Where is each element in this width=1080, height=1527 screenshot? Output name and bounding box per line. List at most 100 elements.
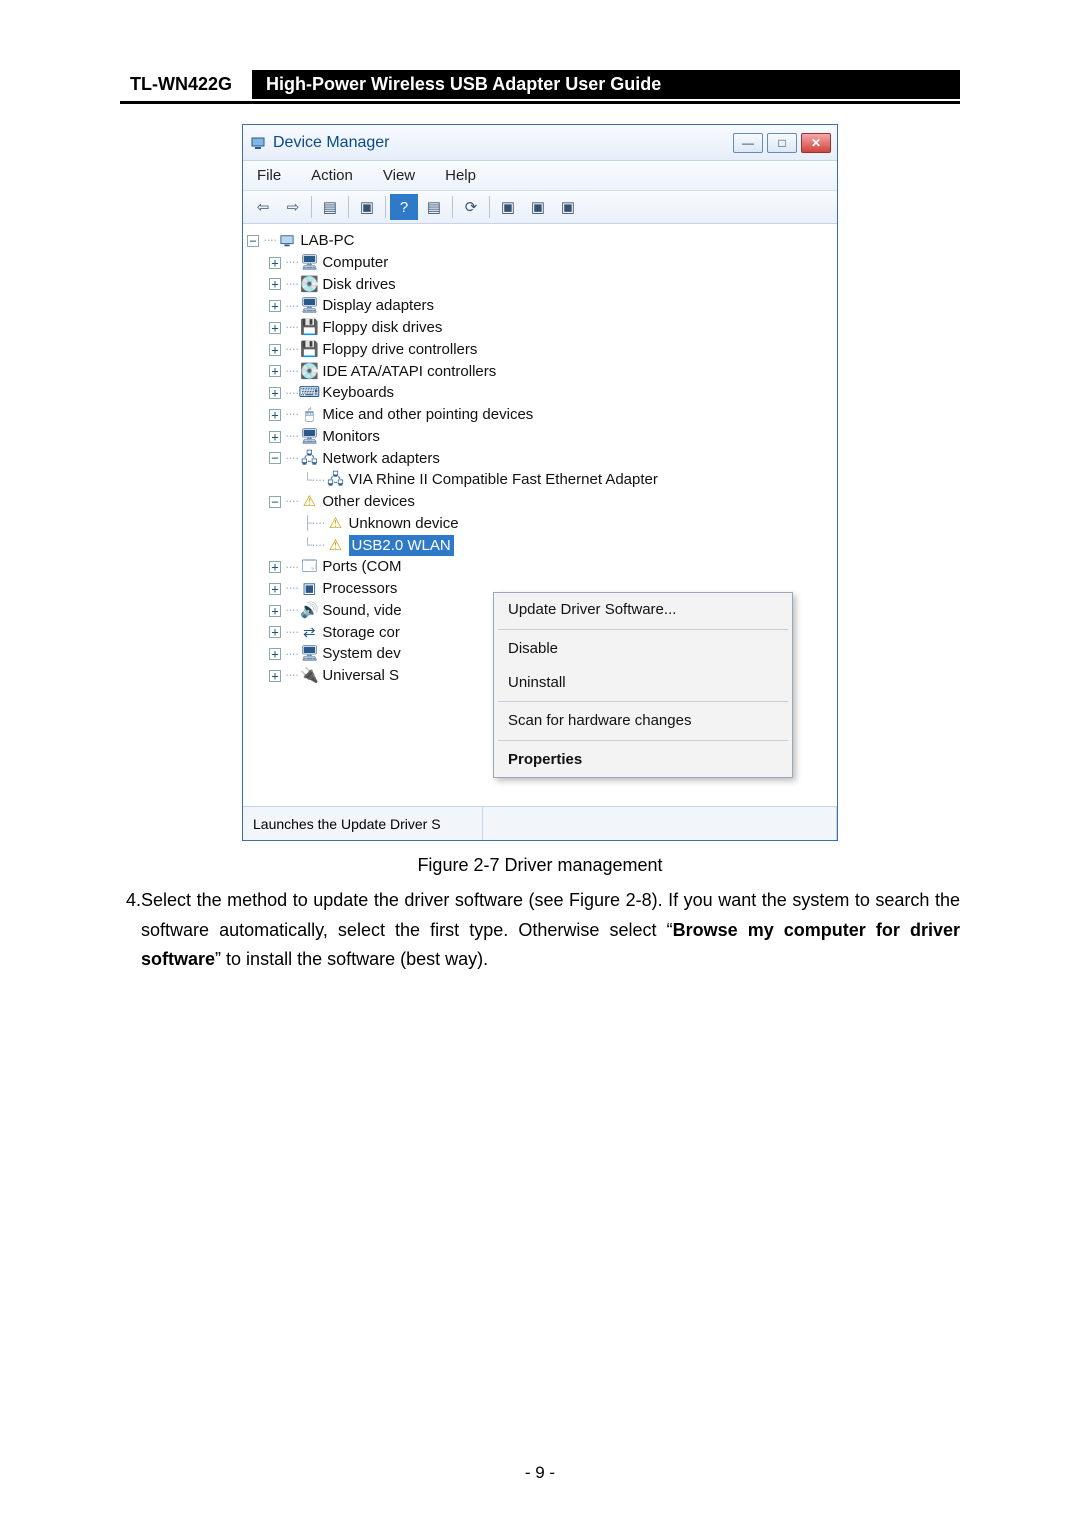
forward-icon[interactable]: ⇨ xyxy=(279,194,307,220)
expand-icon[interactable]: + xyxy=(269,300,281,312)
tree-label: Processors xyxy=(322,578,397,600)
tree-child-selected[interactable]: └····⚠USB2.0 WLAN xyxy=(247,535,833,557)
tree-node-network[interactable]: −····🖧Network adapters xyxy=(247,448,833,470)
device-manager-icon xyxy=(249,134,267,152)
tree-label: Network adapters xyxy=(322,448,440,470)
tree-label: LAB-PC xyxy=(300,230,354,252)
context-menu: Update Driver Software... Disable Uninst… xyxy=(493,592,793,778)
back-icon[interactable]: ⇦ xyxy=(249,194,277,220)
separator xyxy=(452,196,453,218)
expand-icon[interactable]: + xyxy=(269,605,281,617)
step-number: 4. xyxy=(120,886,141,975)
floppy-controller-icon: 💾 xyxy=(300,342,318,358)
expand-icon[interactable]: + xyxy=(269,583,281,595)
tree-label: Universal S xyxy=(322,665,399,687)
tree-label: Keyboards xyxy=(322,382,394,404)
warning-icon: ⚠ xyxy=(327,537,345,553)
tree-node[interactable]: +····🖱Mice and other pointing devices xyxy=(247,404,833,426)
computer-icon xyxy=(278,233,296,249)
help-icon[interactable]: ? xyxy=(390,194,418,220)
guide-title: High-Power Wireless USB Adapter User Gui… xyxy=(252,70,960,99)
sound-icon: 🔊 xyxy=(300,603,318,619)
minimize-button[interactable]: — xyxy=(733,133,763,153)
maximize-button[interactable]: □ xyxy=(767,133,797,153)
tree-label-selected: USB2.0 WLAN xyxy=(349,535,454,557)
expand-icon[interactable]: + xyxy=(269,648,281,660)
tree-child[interactable]: ├····⚠Unknown device xyxy=(247,513,833,535)
tree-node[interactable]: +····🖥Display adapters xyxy=(247,295,833,317)
tree-node[interactable]: +····🖥Monitors xyxy=(247,426,833,448)
keyboard-icon: ⌨ xyxy=(300,385,318,401)
expand-icon[interactable]: + xyxy=(269,431,281,443)
warning-icon: ⚠ xyxy=(300,494,318,510)
cm-disable[interactable]: Disable xyxy=(494,632,792,666)
tree-child[interactable]: └····🖧VIA Rhine II Compatible Fast Ether… xyxy=(247,469,833,491)
refresh-icon[interactable]: ▤ xyxy=(420,194,448,220)
step-4: 4. Select the method to update the drive… xyxy=(120,886,960,975)
menu-action[interactable]: Action xyxy=(305,163,359,188)
disk-icon: 💽 xyxy=(300,276,318,292)
tree-root[interactable]: − ···· LAB-PC xyxy=(247,230,833,252)
expand-icon[interactable]: + xyxy=(269,322,281,334)
tree-node[interactable]: +····💽IDE ATA/ATAPI controllers xyxy=(247,361,833,383)
tree-label: VIA Rhine II Compatible Fast Ethernet Ad… xyxy=(349,469,658,491)
cm-uninstall[interactable]: Uninstall xyxy=(494,666,792,700)
expand-icon[interactable]: + xyxy=(269,409,281,421)
tree-node[interactable]: +····💾Floppy disk drives xyxy=(247,317,833,339)
scan-icon[interactable]: ⟳ xyxy=(457,194,485,220)
expand-icon[interactable]: + xyxy=(269,561,281,573)
tree-node[interactable]: +····💾Floppy drive controllers xyxy=(247,339,833,361)
device-manager-window: Device Manager — □ ✕ File Action View He… xyxy=(242,124,838,841)
tree-node-other[interactable]: −····⚠Other devices xyxy=(247,491,833,513)
expand-icon[interactable]: + xyxy=(269,626,281,638)
menu-file[interactable]: File xyxy=(251,163,287,188)
collapse-icon[interactable]: − xyxy=(269,496,281,508)
collapse-icon[interactable]: − xyxy=(247,235,259,247)
expand-icon[interactable]: + xyxy=(269,365,281,377)
expand-icon[interactable]: + xyxy=(269,387,281,399)
display-icon: 🖥 xyxy=(300,298,318,314)
expand-icon[interactable]: + xyxy=(269,670,281,682)
menu-help[interactable]: Help xyxy=(439,163,482,188)
collapse-icon[interactable]: − xyxy=(269,452,281,464)
ports-icon: 🗔 xyxy=(300,559,318,575)
tree-node[interactable]: +····🗔Ports (COM xyxy=(247,556,833,578)
cm-update-driver[interactable]: Update Driver Software... xyxy=(494,593,792,627)
page-number: - 9 - xyxy=(0,1463,1080,1483)
tree-label: IDE ATA/ATAPI controllers xyxy=(322,361,496,383)
status-text: Launches the Update Driver S xyxy=(243,807,483,840)
tree-label: Floppy disk drives xyxy=(322,317,442,339)
mouse-icon: 🖱 xyxy=(300,407,318,423)
expand-icon[interactable]: + xyxy=(269,278,281,290)
tree-node[interactable]: +····⌨Keyboards xyxy=(247,382,833,404)
expand-icon[interactable]: + xyxy=(269,344,281,356)
step-text: Select the method to update the driver s… xyxy=(141,886,960,975)
disable-icon[interactable]: ▣ xyxy=(554,194,582,220)
separator xyxy=(348,196,349,218)
menubar: File Action View Help xyxy=(243,161,837,191)
tree-node[interactable]: +····💽Disk drives xyxy=(247,274,833,296)
tree-node[interactable]: +····🖥Computer xyxy=(247,252,833,274)
processor-icon: ▣ xyxy=(300,581,318,597)
separator xyxy=(498,629,788,630)
expand-icon[interactable]: + xyxy=(269,257,281,269)
separator xyxy=(498,701,788,702)
monitor-icon: 🖥 xyxy=(300,429,318,445)
properties-icon[interactable]: ▣ xyxy=(353,194,381,220)
show-hide-icon[interactable]: ▤ xyxy=(316,194,344,220)
toolbar: ⇦ ⇨ ▤ ▣ ? ▤ ⟳ ▣ ▣ ▣ xyxy=(243,191,837,224)
status-empty xyxy=(483,807,837,840)
uninstall-icon[interactable]: ▣ xyxy=(524,194,552,220)
menu-view[interactable]: View xyxy=(377,163,421,188)
close-button[interactable]: ✕ xyxy=(801,133,831,153)
separator xyxy=(311,196,312,218)
device-tree[interactable]: − ···· LAB-PC +····🖥Computer +····💽Disk … xyxy=(243,224,837,806)
separator xyxy=(385,196,386,218)
window-title: Device Manager xyxy=(273,134,729,152)
update-driver-icon[interactable]: ▣ xyxy=(494,194,522,220)
cm-properties[interactable]: Properties xyxy=(494,743,792,777)
tree-connector: ···· xyxy=(263,231,276,250)
computer-category-icon: 🖥 xyxy=(300,255,318,271)
cm-scan[interactable]: Scan for hardware changes xyxy=(494,704,792,738)
tree-label: Sound, vide xyxy=(322,600,401,622)
